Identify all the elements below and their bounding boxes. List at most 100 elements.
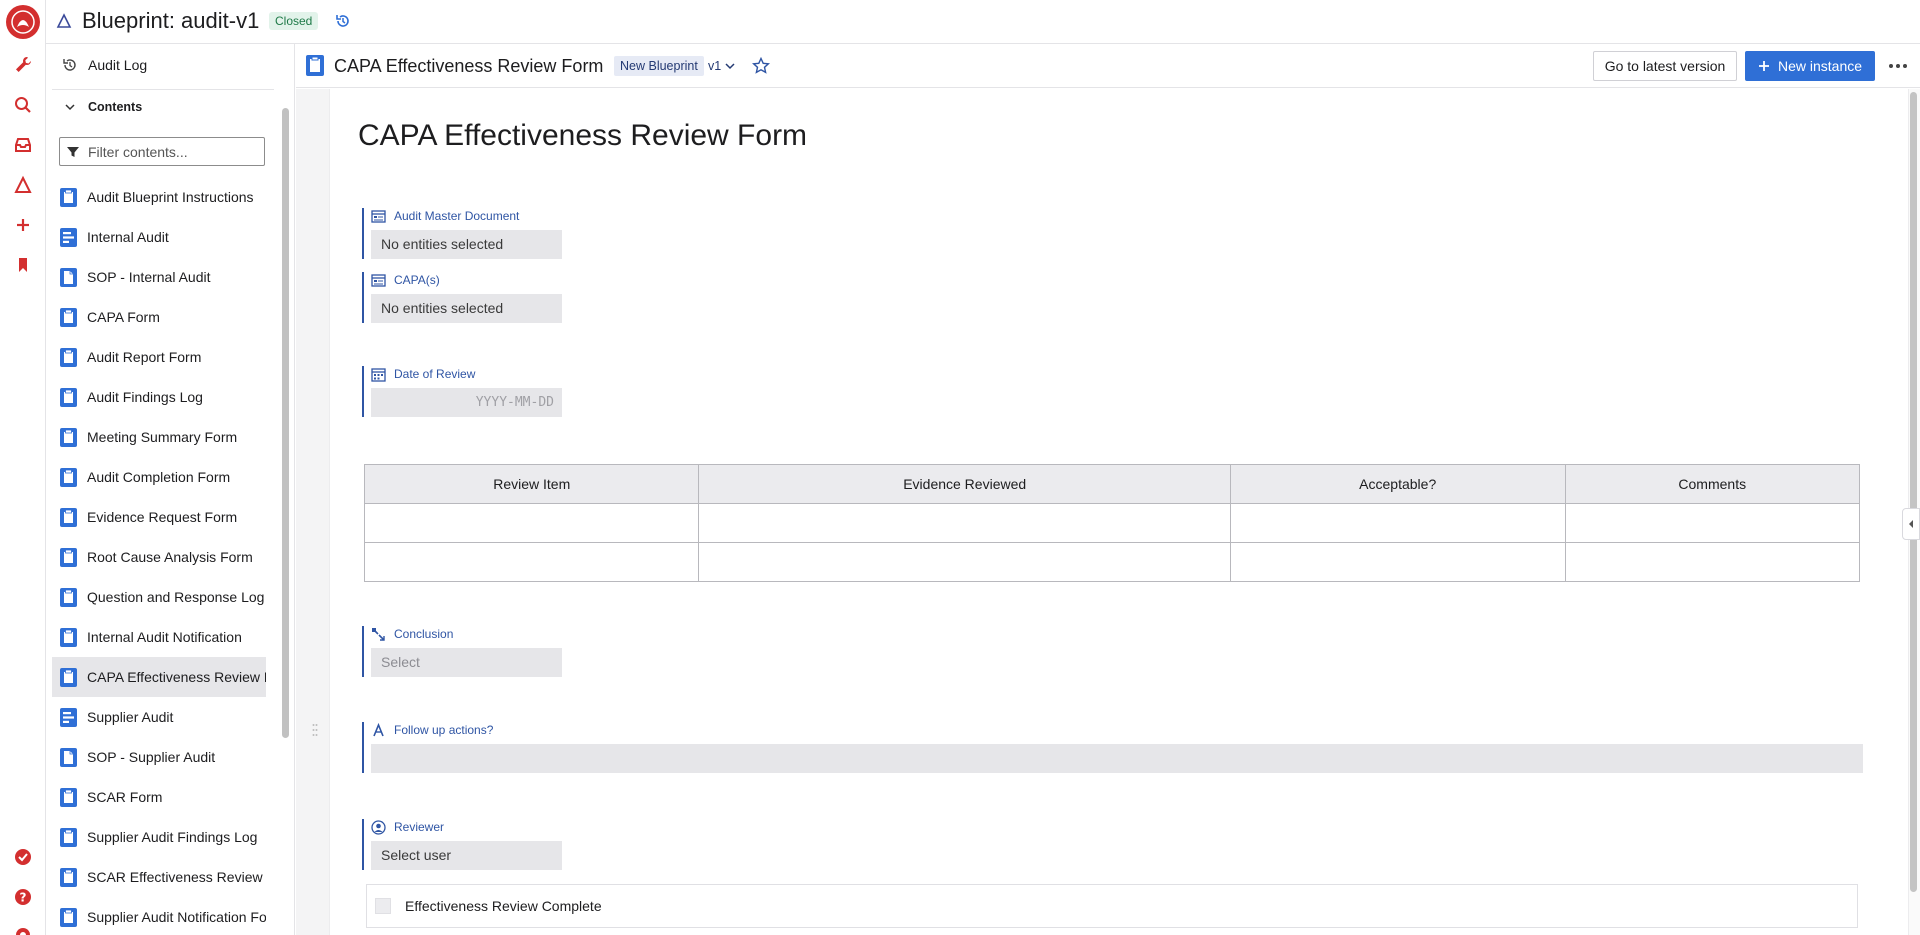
chevron-down-icon — [65, 104, 75, 111]
sidebar-item[interactable]: Meeting Summary Form — [52, 417, 266, 457]
field-label: CAPA(s) — [371, 272, 562, 288]
sidebar-item-label: Internal Audit — [87, 229, 169, 245]
blueprint-icon[interactable] — [13, 175, 33, 195]
sidebar-item[interactable]: SCAR Effectiveness Review — [52, 857, 266, 897]
sidebar-item[interactable]: Audit Completion Form — [52, 457, 266, 497]
table-cell[interactable] — [363, 503, 700, 543]
blueprint-pill[interactable]: New Blueprint — [614, 56, 704, 76]
star-icon[interactable] — [752, 57, 770, 75]
form-icon — [60, 427, 77, 447]
document-icon — [60, 267, 77, 287]
table-header-cell: Comments — [1564, 464, 1861, 504]
sidebar-item[interactable]: SCAR Form — [52, 777, 266, 817]
sidebar-item[interactable]: Internal Audit Notification — [52, 617, 266, 657]
table-cell[interactable] — [1564, 542, 1861, 582]
left-rail: ? — [0, 0, 46, 935]
sidebar-scrollbar[interactable] — [282, 108, 289, 738]
field-label: Follow up actions? — [371, 722, 1863, 738]
sidebar-item[interactable]: Audit Findings Log — [52, 377, 266, 417]
sidebar-item[interactable]: Root Cause Analysis Form — [52, 537, 266, 577]
capas-select[interactable]: No entities selected — [371, 294, 562, 323]
field-label-text: Follow up actions? — [394, 723, 494, 737]
drag-handle-icon[interactable] — [312, 723, 318, 737]
table-cell[interactable] — [1564, 503, 1861, 543]
table-cell[interactable] — [363, 542, 700, 582]
version-selector[interactable]: v1 — [708, 56, 735, 76]
wrench-icon[interactable] — [13, 55, 33, 75]
plus-icon[interactable] — [13, 215, 33, 235]
form-icon — [60, 347, 77, 367]
sidebar-item[interactable]: Supplier Audit Findings Log — [52, 817, 266, 857]
effectiveness-review-complete-checkbox[interactable] — [375, 898, 391, 914]
form-icon — [306, 55, 324, 76]
follow-up-actions-input[interactable] — [371, 744, 1863, 773]
table-cell[interactable] — [698, 503, 1231, 543]
chevron-left-icon — [1909, 520, 1913, 528]
left-gutter — [296, 89, 330, 935]
contents-toggle[interactable]: Contents — [64, 100, 142, 114]
collapse-panel-button[interactable] — [1902, 508, 1920, 540]
new-instance-button[interactable]: New instance — [1745, 51, 1875, 81]
sidebar-item[interactable]: CAPA Form — [52, 297, 266, 337]
sidebar-item[interactable]: SOP - Supplier Audit — [52, 737, 266, 777]
sidebar-item-label: Audit Findings Log — [87, 389, 203, 405]
help-icon[interactable]: ? — [13, 887, 33, 907]
capas-field: CAPA(s) No entities selected — [362, 272, 562, 323]
sidebar-item-label: CAPA Form — [87, 309, 160, 325]
table-cell[interactable] — [1229, 503, 1566, 543]
form-canvas: CAPA Effectiveness Review Form Audit Mas… — [296, 89, 1906, 935]
bookmark-icon[interactable] — [13, 255, 33, 275]
sidebar-item[interactable]: Evidence Request Form — [52, 497, 266, 537]
date-of-review-input[interactable]: YYYY-MM-DD — [371, 388, 562, 417]
sidebar-item-label: Supplier Audit — [87, 709, 174, 725]
settings-icon[interactable] — [13, 925, 33, 935]
inbox-icon[interactable] — [13, 135, 33, 155]
sidebar-item[interactable]: Supplier Audit Notification Form — [52, 897, 266, 935]
table-cell[interactable] — [698, 542, 1231, 582]
document-header: CAPA Effectiveness Review Form New Bluep… — [296, 44, 1920, 88]
app-logo[interactable] — [6, 5, 40, 39]
check-circle-icon[interactable] — [13, 847, 33, 867]
more-options-icon[interactable] — [1886, 54, 1910, 78]
sidebar-item[interactable]: Internal Audit — [52, 217, 266, 257]
audit-log-label: Audit Log — [88, 57, 148, 73]
filter-box — [59, 137, 265, 166]
workflow-icon — [60, 707, 77, 727]
audit-master-document-select[interactable]: No entities selected — [371, 230, 562, 259]
sidebar-item-label: SOP - Internal Audit — [87, 269, 211, 285]
sidebar-item[interactable]: Audit Report Form — [52, 337, 266, 377]
review-table: Review Item Evidence Reviewed Acceptable? C… — [363, 464, 1861, 582]
table-row — [363, 542, 1861, 582]
sidebar-item-label: CAPA Effectiveness Review Form — [87, 669, 266, 685]
conclusion-select[interactable]: Select — [371, 648, 562, 677]
history-icon[interactable] — [334, 12, 352, 30]
sidebar-item[interactable]: Question and Response Log — [52, 577, 266, 617]
sidebar-item[interactable]: CAPA Effectiveness Review Form — [52, 657, 266, 697]
field-label: Conclusion — [371, 626, 562, 642]
sidebar-item-label: Evidence Request Form — [87, 509, 238, 525]
form-icon — [60, 627, 77, 647]
history-icon — [63, 59, 76, 71]
user-icon — [371, 819, 386, 835]
sidebar-item-label: SOP - Supplier Audit — [87, 749, 216, 765]
field-label-text: Audit Master Document — [394, 209, 520, 223]
sidebar-item-label: Audit Blueprint Instructions — [87, 189, 254, 205]
sidebar-item-label: Supplier Audit Findings Log — [87, 829, 258, 845]
document-icon — [60, 747, 77, 767]
sidebar-item-label: SCAR Effectiveness Review — [87, 869, 263, 885]
table-cell[interactable] — [1229, 542, 1566, 582]
sidebar-item[interactable]: SOP - Internal Audit — [52, 257, 266, 297]
go-to-latest-button[interactable]: Go to latest version — [1593, 51, 1737, 81]
sidebar-item-label: Audit Report Form — [87, 349, 202, 365]
search-icon[interactable] — [13, 95, 33, 115]
sidebar-item[interactable]: Audit Blueprint Instructions — [52, 177, 266, 217]
form-icon — [60, 387, 77, 407]
reviewer-select[interactable]: Select user — [371, 841, 562, 870]
sidebar-item-label: SCAR Form — [87, 789, 163, 805]
filter-input[interactable] — [88, 143, 258, 160]
audit-log-link[interactable]: Audit Log — [62, 54, 147, 76]
sidebar-item[interactable]: Supplier Audit — [52, 697, 266, 737]
main-scrollbar[interactable] — [1910, 92, 1917, 892]
form-icon — [60, 787, 77, 807]
sidebar-item-label: Internal Audit Notification — [87, 629, 242, 645]
